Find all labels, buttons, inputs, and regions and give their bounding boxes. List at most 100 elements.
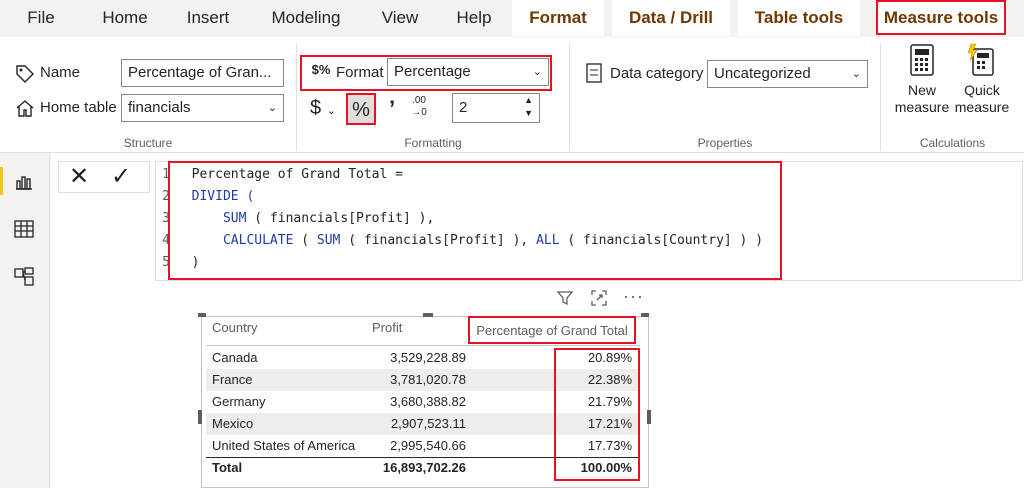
formula-keyword: DIVIDE (	[191, 189, 255, 204]
new-measure-label-1: New	[907, 82, 936, 98]
tab-view[interactable]: View	[372, 0, 428, 36]
tab-data-drill[interactable]: Data / Drill	[612, 0, 730, 36]
line-number: 5	[162, 255, 170, 270]
cell-country: United States of America	[212, 438, 356, 453]
formula-line-2: 2 DIVIDE (	[156, 186, 254, 208]
column-header-profit[interactable]: Profit	[372, 320, 402, 335]
decimal-places-value: 2	[459, 99, 468, 116]
commit-formula-icon[interactable]: ✓	[111, 164, 131, 190]
percentage-values-highlight	[554, 348, 640, 481]
format-select[interactable]: Percentage ⌄	[387, 58, 549, 86]
formula-keyword: SUM	[222, 211, 247, 226]
comma-style-icon[interactable]: ’	[384, 95, 400, 123]
report-view-icon[interactable]	[12, 169, 36, 193]
column-header-country[interactable]: Country	[212, 320, 258, 335]
resize-handle[interactable]	[198, 410, 202, 424]
quick-measure-label-2: measure	[954, 99, 1010, 115]
formula-text: ( financials[Profit] ),	[246, 211, 435, 226]
resize-handle[interactable]	[198, 313, 206, 317]
quick-measure-label-1: Quick	[964, 82, 1000, 98]
tab-home[interactable]: Home	[90, 0, 160, 36]
divider	[880, 43, 881, 151]
resize-handle[interactable]	[423, 313, 433, 317]
cell-profit: 3,680,388.82	[390, 394, 466, 409]
home-icon	[14, 97, 36, 119]
data-view-icon[interactable]	[12, 217, 36, 241]
divider	[296, 43, 297, 151]
formula-keyword: CALCULATE	[222, 233, 294, 248]
tab-modeling[interactable]: Modeling	[258, 0, 354, 36]
decrease-decimal-icon[interactable]: .00 →0	[406, 95, 432, 123]
column-header-percentage[interactable]: Percentage of Grand Total	[468, 316, 636, 344]
measure-name-input[interactable]: Percentage of Gran...	[121, 59, 284, 87]
formula-actions: ✕ ✓	[58, 161, 150, 193]
formula-text: ( financials[Profit] ),	[340, 233, 537, 248]
line-number: 3	[162, 211, 170, 226]
decimal-places-stepper[interactable]: 2 ▲ ▼	[452, 93, 540, 123]
line-number: 2	[162, 189, 170, 204]
percent-button[interactable]: %	[346, 93, 376, 125]
properties-group-label: Properties	[697, 136, 753, 150]
tab-measure-tools[interactable]: Measure tools	[876, 0, 1006, 35]
tab-help[interactable]: Help	[446, 0, 502, 36]
calculator-icon	[910, 44, 934, 76]
formula-text: Percentage of Grand Total =	[191, 167, 403, 182]
calculations-group-label: Calculations	[919, 136, 986, 150]
formula-text: ( financials[Country] ) )	[559, 233, 764, 248]
formula-line-4: 4 CALCULATE ( SUM ( financials[Profit] )…	[156, 230, 763, 252]
formula-line-1: 1 Percentage of Grand Total =	[156, 164, 403, 186]
divider	[569, 43, 570, 151]
tab-format[interactable]: Format	[512, 0, 604, 36]
formula-text: (	[293, 233, 317, 248]
format-currency-percent-icon: $%	[311, 62, 331, 77]
active-view-indicator	[0, 167, 3, 195]
chevron-down-icon: ⌄	[532, 66, 542, 78]
filter-icon[interactable]	[556, 289, 574, 307]
tab-file[interactable]: File	[18, 0, 64, 36]
quick-measure-button[interactable]: Quick measure	[952, 43, 1012, 133]
model-view-icon[interactable]	[12, 265, 36, 289]
cell-country: France	[212, 372, 253, 387]
cell-profit: 2,907,523.11	[391, 416, 466, 431]
line-number: 4	[162, 233, 170, 248]
cell-profit: 2,995,540.66	[390, 438, 466, 453]
format-label: Format	[336, 64, 384, 81]
stepper-arrows-icon[interactable]: ▲ ▼	[524, 94, 533, 120]
chevron-down-icon: ⌄	[851, 68, 861, 80]
currency-icon[interactable]: $ ⌄	[308, 94, 338, 122]
dax-formula-editor[interactable]: 1 Percentage of Grand Total = 2 DIVIDE (…	[155, 161, 1023, 281]
tab-table-tools[interactable]: Table tools	[738, 0, 860, 36]
resize-handle[interactable]	[647, 410, 651, 424]
structure-group-label: Structure	[123, 136, 173, 150]
resize-handle[interactable]	[641, 313, 649, 317]
formatting-group-label: Formatting	[404, 136, 462, 150]
formula-line-5: 5 )	[156, 252, 199, 274]
chevron-down-icon: ⌄	[267, 102, 277, 114]
header-divider	[206, 345, 640, 346]
line-number: 1	[162, 167, 170, 182]
more-options-icon[interactable]: ···	[623, 286, 644, 307]
tag-icon	[14, 63, 36, 85]
cell-profit: 3,529,228.89	[390, 350, 466, 365]
total-profit: 16,893,702.26	[382, 460, 466, 475]
ribbon: Name Percentage of Gran... Home table fi…	[0, 37, 1024, 153]
quick-measure-icon	[967, 43, 994, 76]
focus-mode-icon[interactable]	[590, 289, 608, 307]
tab-insert[interactable]: Insert	[175, 0, 241, 36]
cell-profit: 3,781,020.78	[390, 372, 466, 387]
new-measure-button[interactable]: New measure	[892, 43, 952, 133]
ribbon-tab-bar: File Home Insert Modeling View Help Form…	[0, 0, 1024, 38]
data-category-icon	[585, 62, 603, 84]
data-category-select[interactable]: Uncategorized ⌄	[707, 60, 868, 88]
view-switcher-rail	[0, 153, 50, 488]
home-table-select[interactable]: financials ⌄	[121, 94, 284, 122]
name-label: Name	[40, 64, 81, 81]
data-category-value: Uncategorized	[714, 65, 811, 82]
cell-country: Germany	[212, 394, 266, 409]
new-measure-label-2: measure	[894, 99, 950, 115]
format-value: Percentage	[394, 63, 471, 80]
total-label: Total	[212, 460, 243, 475]
formula-text: )	[191, 255, 200, 270]
cancel-formula-icon[interactable]: ✕	[69, 164, 89, 190]
cell-country: Canada	[212, 350, 258, 365]
